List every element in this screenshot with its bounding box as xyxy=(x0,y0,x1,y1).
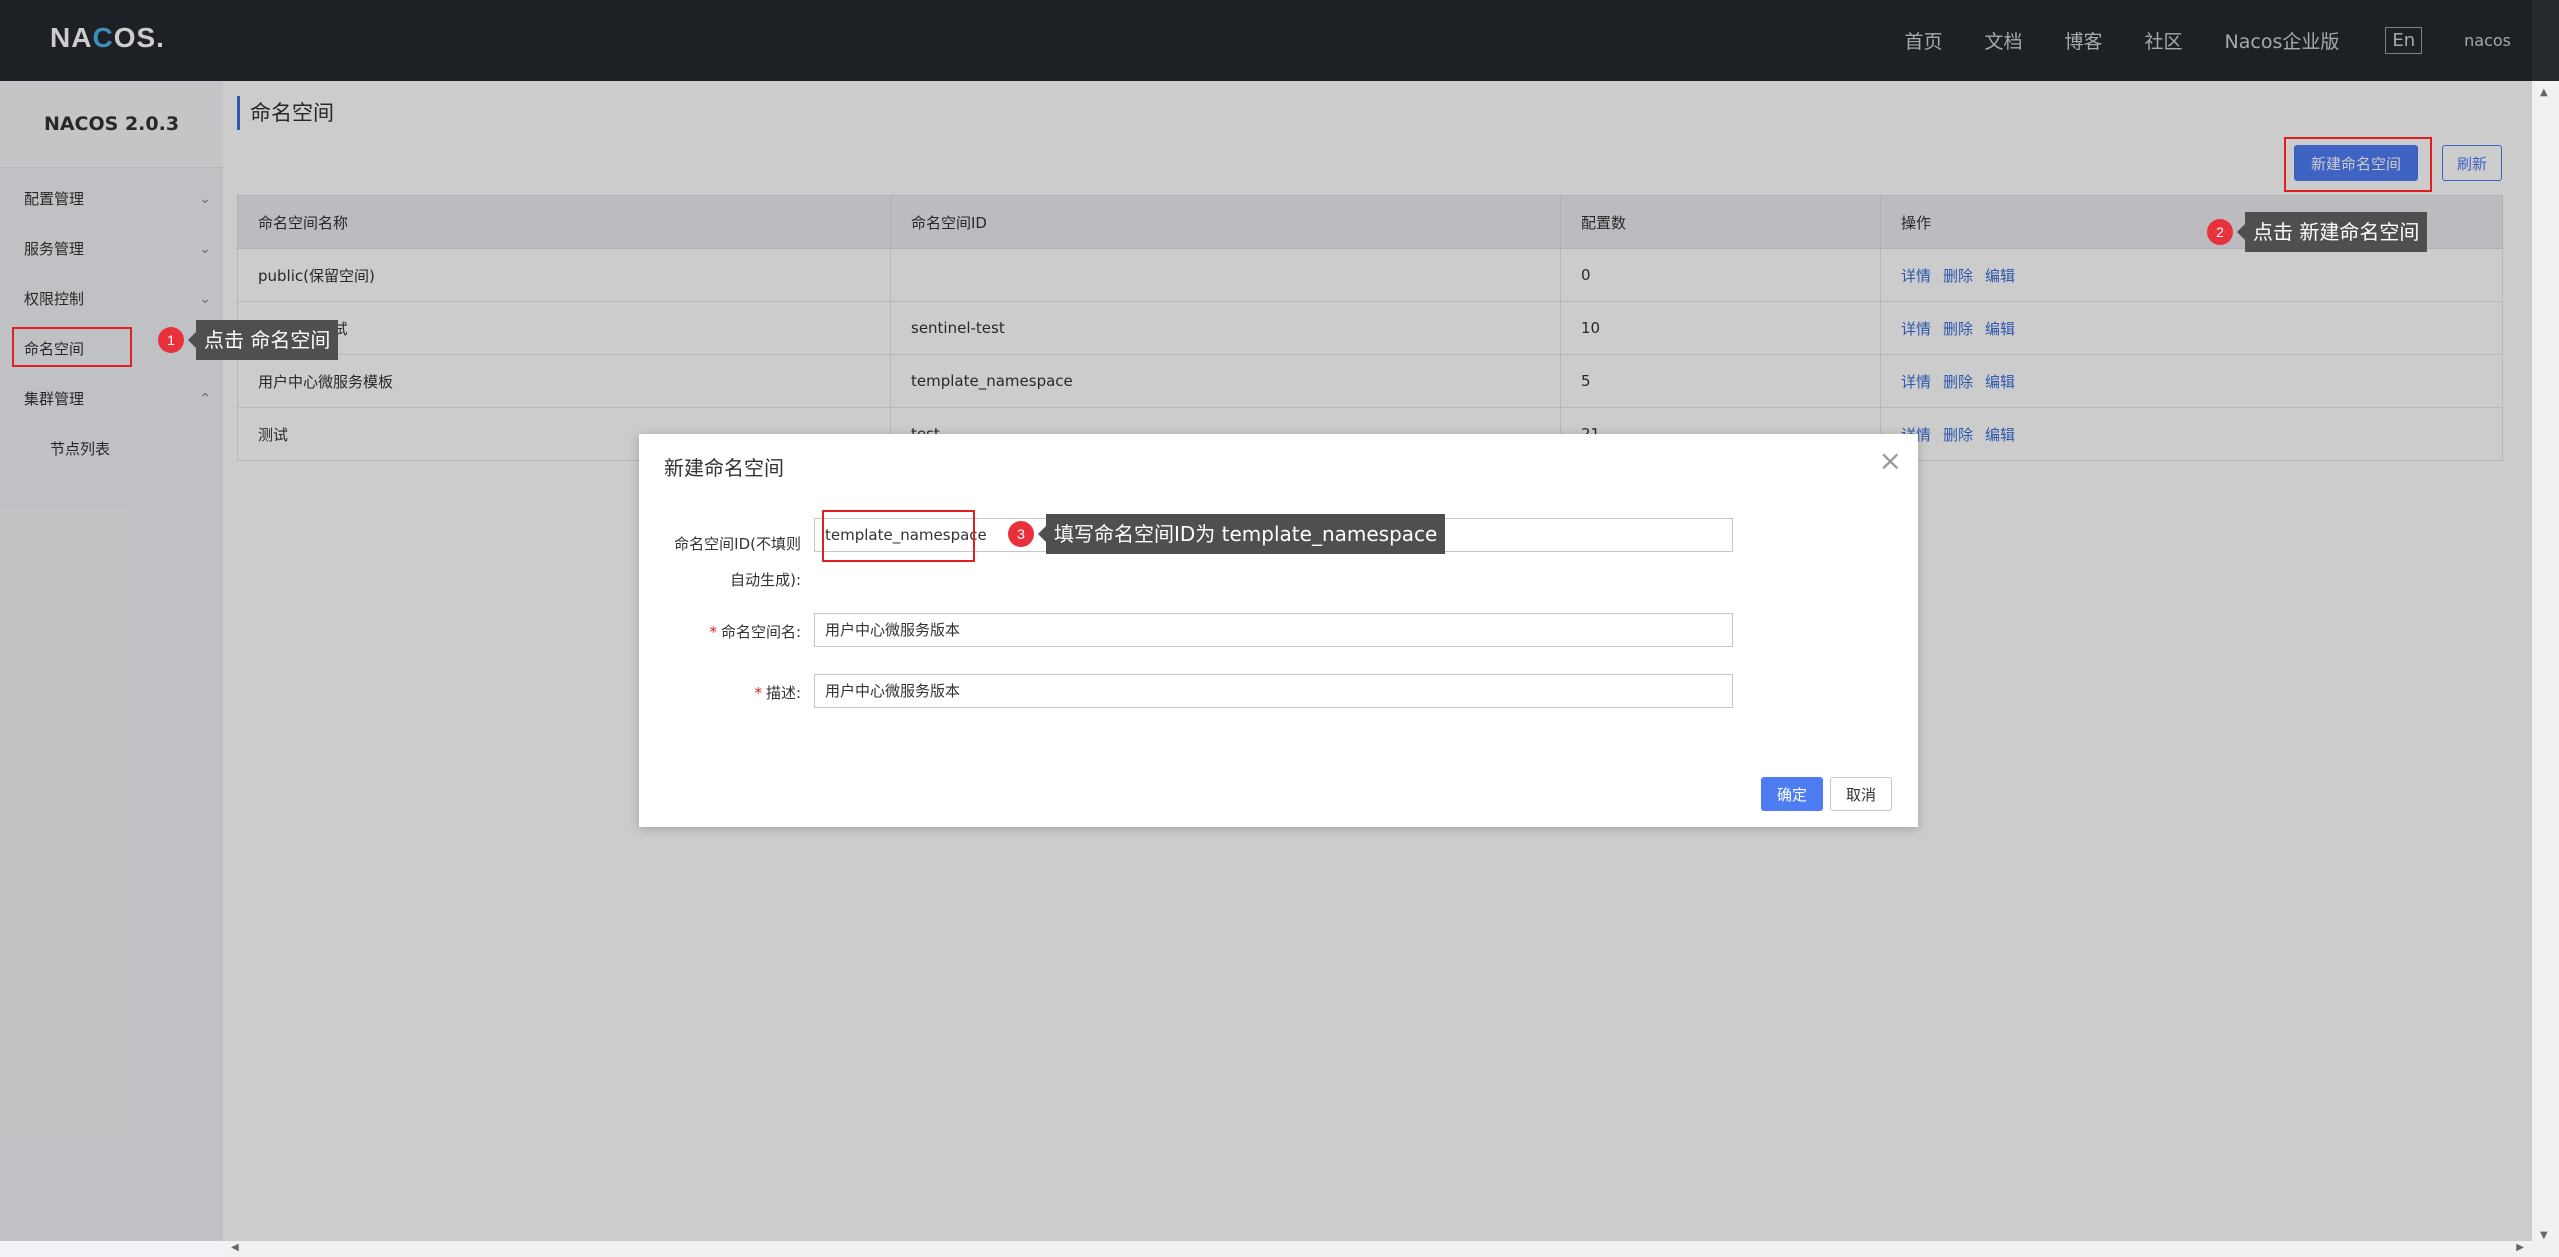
highlight-id-input xyxy=(822,510,975,562)
label-line: 自动生成): xyxy=(730,571,801,589)
label-line: 命名空间ID(不填则 xyxy=(674,535,801,553)
step-callout: 填写命名空间ID为 template_namespace xyxy=(1037,514,1446,554)
cancel-button[interactable]: 取消 xyxy=(1830,777,1892,811)
description-label: * 描述: xyxy=(754,684,801,702)
new-namespace-dialog: 新建命名空间 × 命名空间ID(不填则 自动生成): template_name… xyxy=(639,434,1918,827)
description-input[interactable]: 用户中心微服务版本 xyxy=(814,674,1733,708)
scroll-up-icon[interactable]: ▲ xyxy=(2540,87,2548,98)
scroll-left-icon[interactable]: ◀ xyxy=(231,1242,239,1253)
namespace-name-label: * 命名空间名: xyxy=(709,623,801,641)
close-icon[interactable]: × xyxy=(1879,444,1902,477)
vertical-scrollbar[interactable]: ▲ ▼ xyxy=(2532,81,2559,1257)
namespace-name-input[interactable]: 用户中心微服务版本 xyxy=(814,613,1733,647)
dialog-title: 新建命名空间 xyxy=(664,456,784,480)
step-badge: 3 xyxy=(1008,521,1034,547)
scroll-right-icon[interactable]: ▶ xyxy=(2516,1242,2524,1253)
step-badge: 2 xyxy=(2207,219,2233,245)
confirm-button[interactable]: 确定 xyxy=(1761,777,1823,811)
step-badge: 1 xyxy=(158,327,184,353)
namespace-id-label: 命名空间ID(不填则 自动生成): xyxy=(653,526,801,598)
highlight-namespace-menu xyxy=(12,327,132,367)
scroll-down-icon[interactable]: ▼ xyxy=(2540,1230,2548,1241)
highlight-new-button xyxy=(2284,137,2432,192)
horizontal-scrollbar[interactable]: ◀ ▶ xyxy=(223,1241,2532,1257)
step-callout: 点击 新建命名空间 xyxy=(2236,212,2428,252)
step-callout: 点击 命名空间 xyxy=(187,320,339,360)
